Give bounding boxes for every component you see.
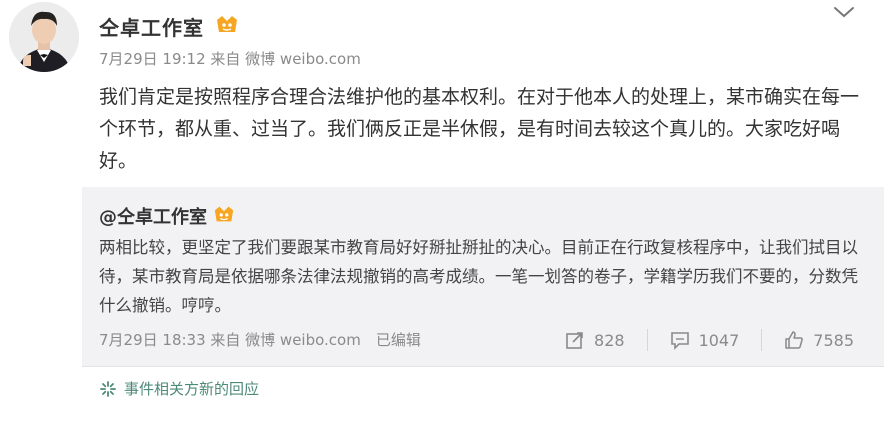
- like-count: 7585: [813, 330, 854, 350]
- reposted-card: @仝卓工作室 两相比较，更坚定了我们要跟某市教育局好好掰扯掰扯的决心。目前正在行…: [82, 187, 884, 366]
- news-link-label: 事件相关方新的回应: [124, 380, 260, 398]
- news-link[interactable]: 事件相关方新的回应: [99, 378, 259, 399]
- action-divider: [646, 329, 648, 351]
- vip-badge-icon: [217, 16, 237, 32]
- thumbs-up-icon: [785, 331, 804, 349]
- post-meta: 7月29日 19:12 来自 微博 weibo.com: [99, 50, 361, 68]
- comment-icon: [670, 332, 689, 350]
- action-divider: [761, 329, 763, 351]
- repost-text: 两相比较，更坚定了我们要跟某市教育局好好掰扯掰扯的决心。目前正在行政复核程序中，…: [99, 238, 858, 315]
- vip-badge-icon: [214, 206, 234, 222]
- chevron-down-icon[interactable]: [833, 5, 855, 19]
- avatar[interactable]: [9, 2, 79, 72]
- comment-count: 1047: [698, 330, 740, 350]
- divider: [82, 366, 884, 367]
- repost-author[interactable]: @仝卓工作室: [99, 203, 207, 229]
- repost-count: 828: [594, 330, 625, 350]
- post-author[interactable]: 仝卓工作室: [99, 12, 204, 41]
- action-bar: 828 1047 7585: [565, 329, 854, 351]
- sparkle-icon: [100, 380, 116, 397]
- like-button[interactable]: 7585: [784, 330, 854, 350]
- repost-meta: 7月29日 18:33 来自 微博 weibo.com 已编辑: [99, 331, 421, 349]
- post-text: 我们肯定是按照程序合理合法维护他的基本权利。在对于他本人的处理上，某市确实在每一…: [99, 86, 860, 172]
- repost-icon: [566, 332, 583, 349]
- repost-button[interactable]: 828: [565, 330, 625, 350]
- comment-button[interactable]: 1047: [670, 330, 740, 350]
